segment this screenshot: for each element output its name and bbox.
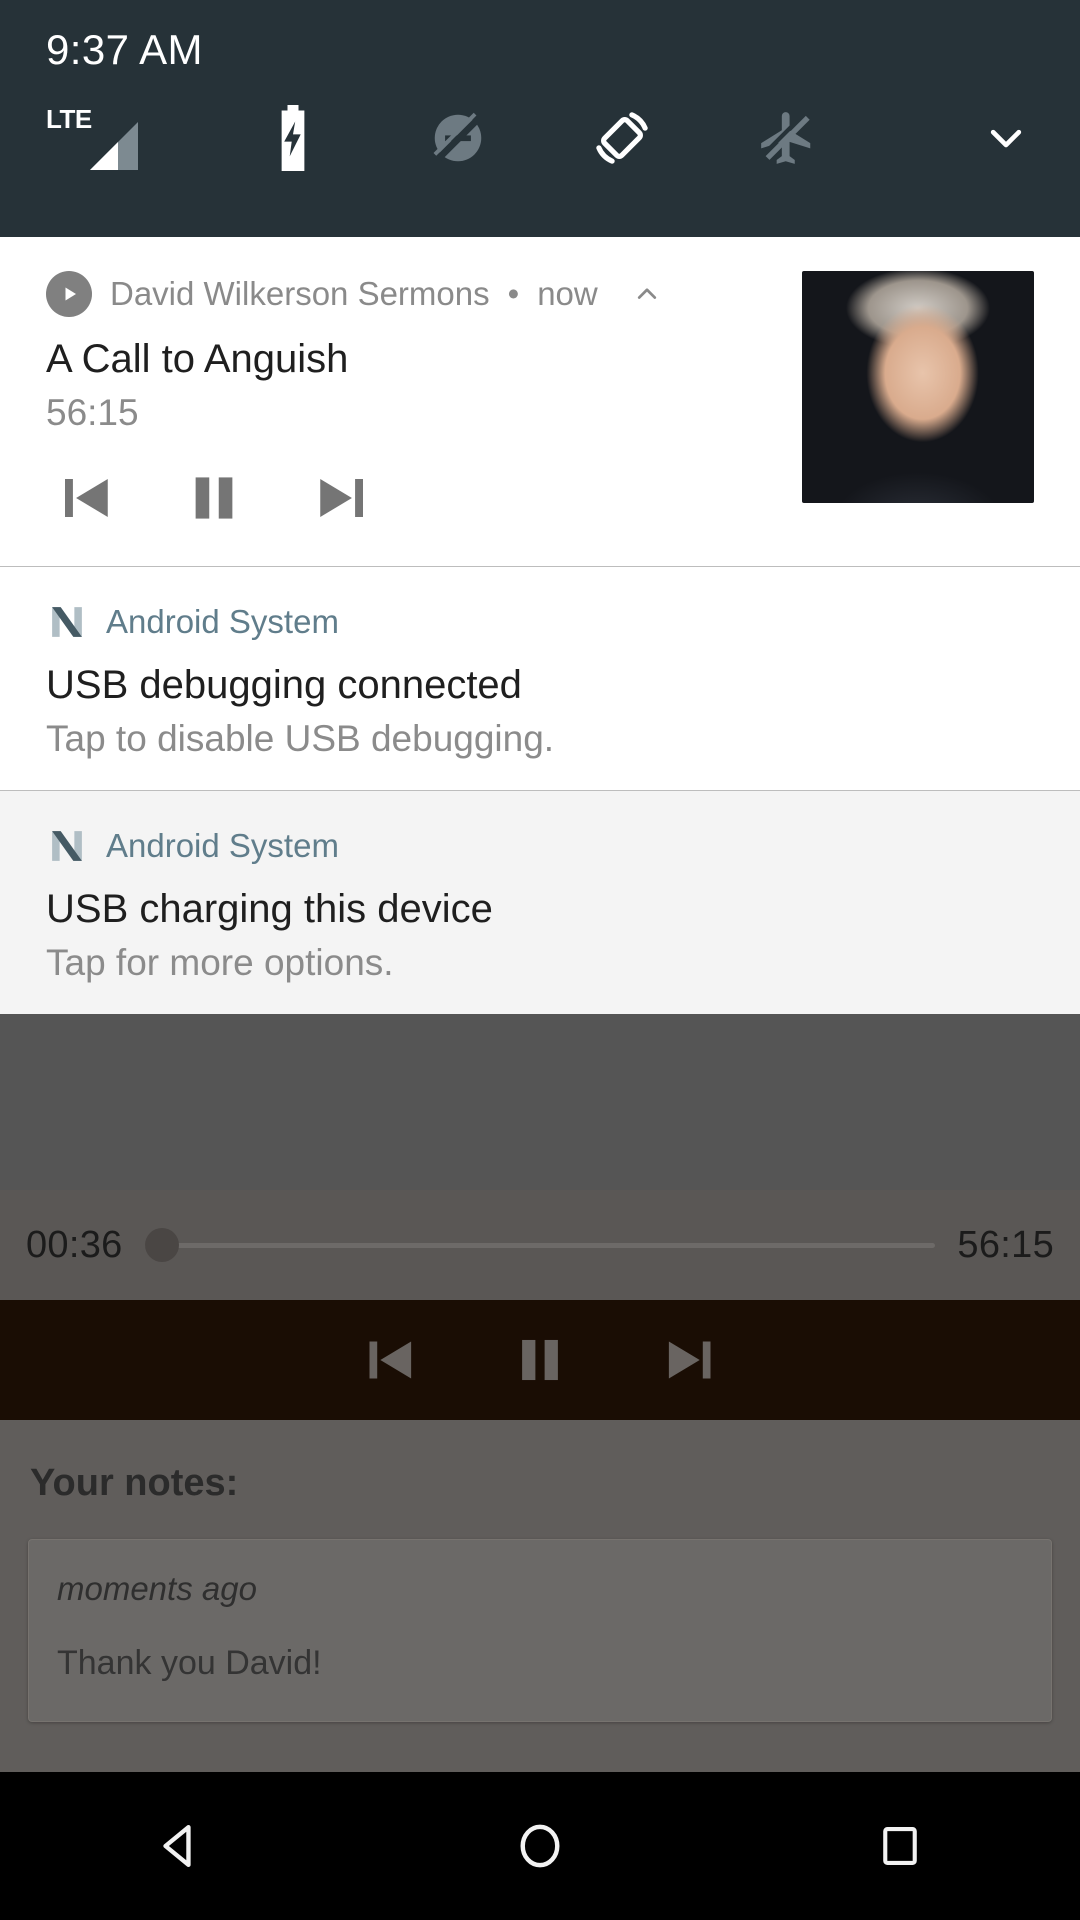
battery-slot bbox=[211, 105, 376, 171]
player-transport-bar bbox=[0, 1300, 1080, 1420]
media-app-name: David Wilkerson Sermons bbox=[110, 275, 490, 312]
status-icon-row: LTE bbox=[46, 100, 1046, 176]
status-clock: 9:37 AM bbox=[46, 26, 203, 73]
player-pause-button[interactable] bbox=[503, 1323, 577, 1397]
shade-expand-slot[interactable] bbox=[869, 110, 1046, 166]
dnd-slot bbox=[375, 107, 540, 169]
media-previous-button[interactable] bbox=[46, 460, 122, 536]
do-not-disturb-off-icon bbox=[433, 112, 482, 162]
lte-signal-icon: LTE bbox=[46, 104, 138, 170]
player-previous-button[interactable] bbox=[351, 1323, 425, 1397]
note-text: Thank you David! bbox=[57, 1644, 322, 1682]
recents-button[interactable] bbox=[825, 1796, 975, 1896]
elapsed-time-label: 00:36 bbox=[26, 1223, 123, 1266]
usb-charging-title: USB charging this device bbox=[46, 887, 493, 931]
media-notification-text: David Wilkerson Sermons • now A Call to … bbox=[46, 271, 782, 536]
lte-label: LTE bbox=[46, 104, 92, 134]
auto-rotate-icon bbox=[596, 112, 649, 164]
notification-usb-debugging[interactable]: Android System USB debugging connected T… bbox=[0, 566, 1080, 790]
seek-slider[interactable] bbox=[144, 1215, 936, 1275]
signal-bars-filled bbox=[90, 142, 118, 170]
player-seek-row: 00:36 56:15 bbox=[0, 1190, 1080, 1300]
battery-charging-icon bbox=[281, 105, 305, 171]
chevron-up-icon[interactable] bbox=[630, 277, 664, 311]
media-title: A Call to Anguish bbox=[46, 337, 349, 381]
album-artwork bbox=[802, 271, 1034, 503]
notification-list: David Wilkerson Sermons • now A Call to … bbox=[0, 237, 1080, 1014]
usb-debugging-app-name: Android System bbox=[106, 603, 339, 640]
play-icon bbox=[46, 271, 92, 317]
media-notification-header: David Wilkerson Sermons • now bbox=[46, 271, 782, 317]
airplane-slot bbox=[705, 107, 870, 169]
notification-media[interactable]: David Wilkerson Sermons • now A Call to … bbox=[0, 237, 1080, 566]
notification-usb-charging[interactable]: Android System USB charging this device … bbox=[0, 790, 1080, 1014]
note-timestamp: moments ago bbox=[57, 1570, 257, 1607]
usb-charging-header: Android System bbox=[46, 825, 1034, 867]
seek-track bbox=[144, 1242, 936, 1248]
media-controls bbox=[46, 460, 782, 536]
usb-debugging-title: USB debugging connected bbox=[46, 663, 522, 707]
duration-label: 56:15 bbox=[957, 1223, 1054, 1266]
media-duration: 56:15 bbox=[46, 392, 139, 433]
home-button[interactable] bbox=[465, 1796, 615, 1896]
usb-charging-app-name: Android System bbox=[106, 827, 339, 864]
media-timestamp: now bbox=[537, 275, 598, 312]
back-button[interactable] bbox=[105, 1796, 255, 1896]
player-next-button[interactable] bbox=[655, 1323, 729, 1397]
media-separator: • bbox=[507, 275, 520, 312]
seek-thumb[interactable] bbox=[144, 1228, 179, 1262]
media-next-button[interactable] bbox=[306, 460, 382, 536]
chevron-down-icon[interactable] bbox=[978, 110, 1034, 166]
usb-debugging-header: Android System bbox=[46, 601, 1034, 643]
status-bar: 9:37 AM LTE bbox=[0, 0, 1080, 237]
auto-rotate-slot bbox=[540, 105, 705, 171]
media-notification-body: David Wilkerson Sermons • now A Call to … bbox=[46, 271, 1034, 536]
usb-charging-subtitle: Tap for more options. bbox=[46, 942, 394, 983]
navigation-bar bbox=[0, 1772, 1080, 1920]
lte-signal-slot: LTE bbox=[46, 104, 211, 170]
usb-debugging-subtitle: Tap to disable USB debugging. bbox=[46, 718, 555, 759]
android-n-logo-icon bbox=[52, 831, 82, 861]
airplane-mode-off-icon bbox=[761, 112, 811, 164]
note-card[interactable]: moments ago Thank you David! bbox=[28, 1539, 1052, 1722]
media-pause-button[interactable] bbox=[176, 460, 252, 536]
notes-heading: Your notes: bbox=[30, 1462, 239, 1504]
android-n-logo-icon bbox=[52, 607, 82, 637]
